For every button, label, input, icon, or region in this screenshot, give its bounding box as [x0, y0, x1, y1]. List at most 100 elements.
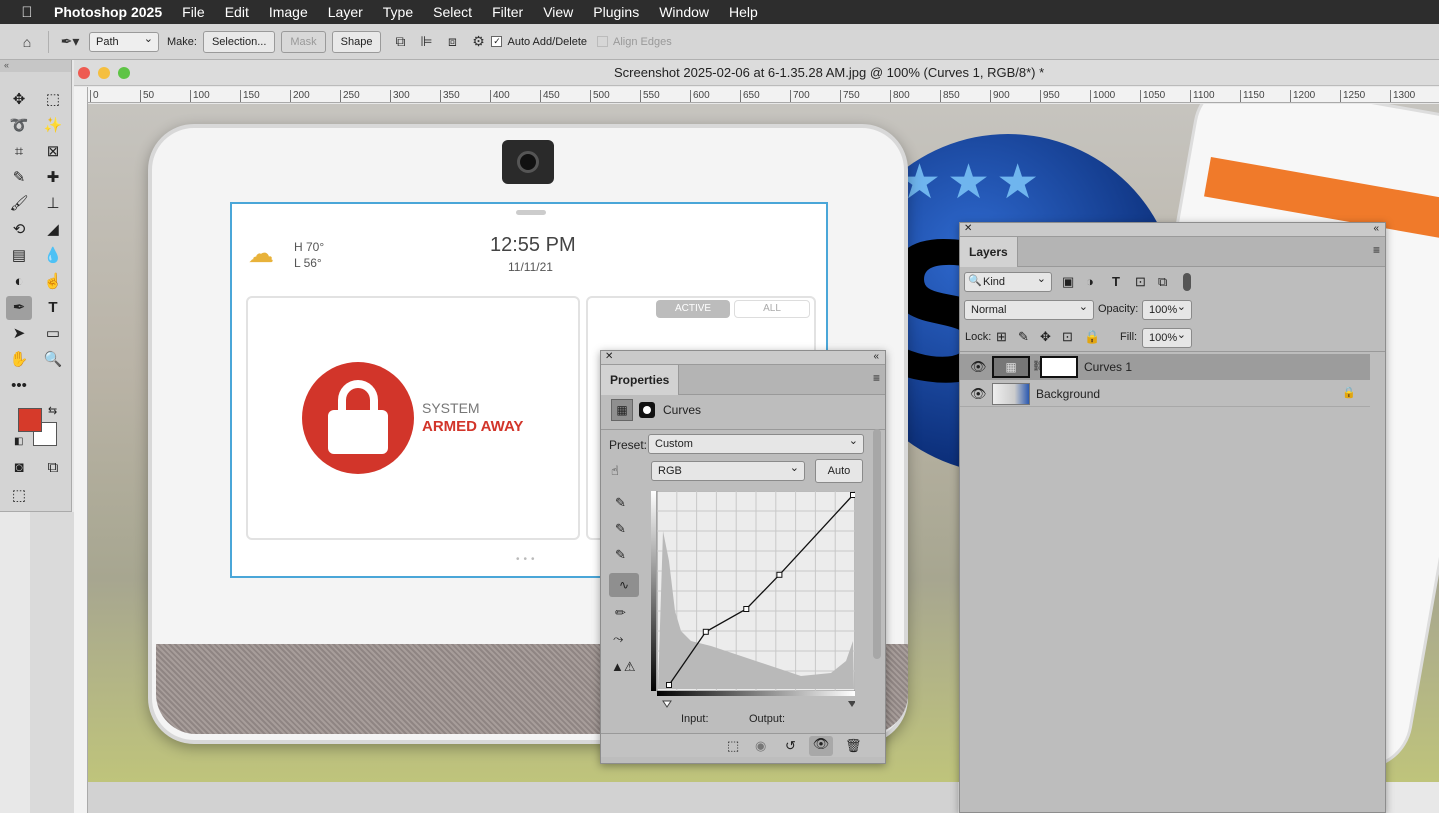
rectangle-tool-icon[interactable]: ▭ — [40, 322, 66, 346]
toolbar-collapse-icon[interactable]: « — [0, 60, 71, 72]
path-arrangement-icon[interactable]: ⧈ — [439, 33, 465, 50]
filter-pixel-icon[interactable]: ▣ — [1062, 274, 1074, 290]
layers-panel-menu-icon[interactable]: ≡ — [1373, 243, 1380, 257]
clip-to-layer-icon[interactable]: ⬚ — [727, 738, 739, 754]
align-edges-checkbox[interactable] — [597, 36, 608, 47]
shape-button[interactable]: Shape — [331, 30, 382, 53]
horizontal-ruler[interactable]: 0 50 100 150 200 250 300 350 400 450 500 550 600 650 7… — [88, 87, 1439, 103]
path-selection-icon[interactable]: ➤ — [6, 322, 32, 346]
path-operations-icon[interactable]: ⧉ — [387, 33, 413, 50]
pen-tool-icon[interactable]: ✒ — [6, 296, 32, 320]
smooth-curve-icon[interactable]: ⤳ — [613, 631, 623, 647]
home-icon[interactable]: ⌂ — [14, 34, 40, 50]
close-window-icon[interactable] — [78, 67, 90, 79]
gear-icon[interactable]: ⚙ — [465, 33, 491, 50]
type-tool-icon[interactable]: T — [40, 296, 66, 320]
menu-image[interactable]: Image — [269, 4, 308, 20]
layer-mask-icon[interactable] — [639, 402, 655, 418]
selection-button[interactable]: Selection... — [202, 30, 276, 53]
path-alignment-icon[interactable]: ⊫ — [413, 33, 439, 50]
filter-type-icon[interactable]: T — [1112, 274, 1120, 289]
filter-adjustment-icon[interactable]: ◑ — [1086, 274, 1094, 289]
curves-adjustment-icon[interactable]: ▦ — [611, 399, 633, 421]
filter-toggle-icon[interactable] — [1183, 273, 1191, 291]
gray-point-eyedropper-icon[interactable]: ✎ — [615, 521, 626, 537]
opacity-field[interactable]: 100% — [1142, 298, 1192, 320]
menu-plugins[interactable]: Plugins — [593, 4, 639, 20]
lock-all-icon[interactable]: 🔒 — [1084, 329, 1100, 345]
white-point-slider[interactable] — [848, 701, 855, 707]
lock-image-pixels-icon[interactable]: ✎ — [1018, 329, 1029, 345]
filter-smart-object-icon[interactable]: ⧉ — [1158, 274, 1167, 290]
black-point-eyedropper-icon[interactable]: ✎ — [615, 495, 626, 511]
curve-control-point[interactable] — [743, 606, 750, 612]
history-brush-icon[interactable]: ⟲ — [6, 218, 32, 242]
marquee-tool-icon[interactable]: ⬚ — [40, 88, 66, 112]
preset-select[interactable]: Custom — [648, 432, 864, 454]
move-tool-icon[interactable]: ✥ — [6, 88, 32, 112]
menu-window[interactable]: Window — [659, 4, 709, 20]
menu-help[interactable]: Help — [729, 4, 758, 20]
layer-row[interactable]: 👁 ▦ ⛓ Curves 1 — [960, 354, 1370, 380]
black-point-slider[interactable] — [662, 700, 672, 708]
lock-transparent-pixels-icon[interactable]: ⊞ — [996, 329, 1007, 345]
curve-control-point[interactable] — [666, 682, 672, 688]
curve-point-tool-icon[interactable]: ∿ — [609, 573, 639, 597]
curve-control-point[interactable] — [702, 628, 709, 635]
lock-position-icon[interactable]: ✥ — [1040, 329, 1051, 345]
pencil-draw-icon[interactable]: ✏ — [615, 605, 626, 621]
lock-artboard-icon[interactable]: ⊡ — [1062, 329, 1073, 345]
zoom-window-icon[interactable] — [118, 67, 130, 79]
filter-shape-icon[interactable]: ⊡ — [1135, 274, 1146, 290]
collapse-layers-panel-icon[interactable]: « — [1373, 223, 1379, 234]
tab-properties[interactable]: Properties — [601, 365, 680, 395]
brush-tool-icon[interactable]: 🖌 — [6, 192, 32, 216]
menu-select[interactable]: Select — [433, 4, 472, 20]
generative-fill-icon[interactable]: ⬚ — [6, 484, 32, 508]
view-previous-state-icon[interactable]: ◉ — [755, 738, 766, 754]
target-adjustment-icon[interactable]: ☝︎ — [611, 463, 619, 479]
more-tools-icon[interactable]: ••• — [6, 374, 32, 398]
auto-button[interactable]: Auto — [815, 459, 863, 483]
toggle-visibility-icon[interactable]: 👁 — [809, 736, 833, 756]
dodge-tool-icon[interactable]: ◐ — [6, 270, 32, 294]
magic-wand-icon[interactable]: ✨ — [40, 114, 66, 138]
hand-tool-icon[interactable]: ✋ — [6, 348, 32, 372]
quick-mask-icon[interactable]: ◙ — [6, 456, 32, 480]
blur-tool-icon[interactable]: 💧 — [40, 244, 66, 268]
properties-scrollbar[interactable] — [873, 429, 881, 659]
menu-view[interactable]: View — [543, 4, 573, 20]
lasso-tool-icon[interactable]: ➰ — [6, 114, 32, 138]
screen-mode-icon[interactable]: ⧉ — [40, 456, 66, 480]
menu-type[interactable]: Type — [383, 4, 413, 20]
foreground-color-swatch[interactable] — [18, 408, 42, 432]
swap-colors-icon[interactable]: ⇆ — [48, 404, 57, 417]
app-menu[interactable]: Photoshop 2025 — [54, 4, 162, 20]
mask-button[interactable]: Mask — [281, 30, 326, 53]
eraser-icon[interactable]: ◢ — [40, 218, 66, 242]
zoom-tool-icon[interactable]: 🔍 — [40, 348, 66, 372]
curves-graph[interactable] — [651, 491, 855, 709]
delete-adjustment-icon[interactable]: 🗑 — [845, 738, 862, 754]
white-point-eyedropper-icon[interactable]: ✎ — [615, 547, 626, 563]
layer-visibility-eye-icon[interactable]: 👁 — [970, 359, 987, 375]
collapse-panel-icon[interactable]: « — [873, 351, 879, 362]
reset-adjustment-icon[interactable]: ↺ — [785, 738, 796, 754]
menu-edit[interactable]: Edit — [225, 4, 249, 20]
crop-tool-icon[interactable]: ⌗ — [6, 140, 32, 164]
layer-row[interactable]: 👁 Background 🔒 — [960, 381, 1370, 407]
tab-layers[interactable]: Layers — [960, 237, 1018, 267]
menu-file[interactable]: File — [182, 4, 205, 20]
channel-select[interactable]: RGB — [651, 459, 805, 481]
minimize-window-icon[interactable] — [98, 67, 110, 79]
close-layers-panel-icon[interactable]: ✕ — [964, 223, 972, 234]
layer-mask-thumbnail[interactable] — [1040, 356, 1078, 378]
auto-add-delete-checkbox[interactable]: ✓ — [491, 36, 503, 47]
clipping-warning-icon[interactable]: ▲⚠ — [611, 659, 636, 675]
apple-menu-icon[interactable]:  — [0, 4, 54, 21]
frame-tool-icon[interactable]: ⊠ — [40, 140, 66, 164]
vertical-ruler[interactable] — [74, 87, 88, 813]
curve-control-point[interactable] — [850, 492, 856, 498]
clone-stamp-icon[interactable]: ⊥ — [40, 192, 66, 216]
menu-filter[interactable]: Filter — [492, 4, 523, 20]
